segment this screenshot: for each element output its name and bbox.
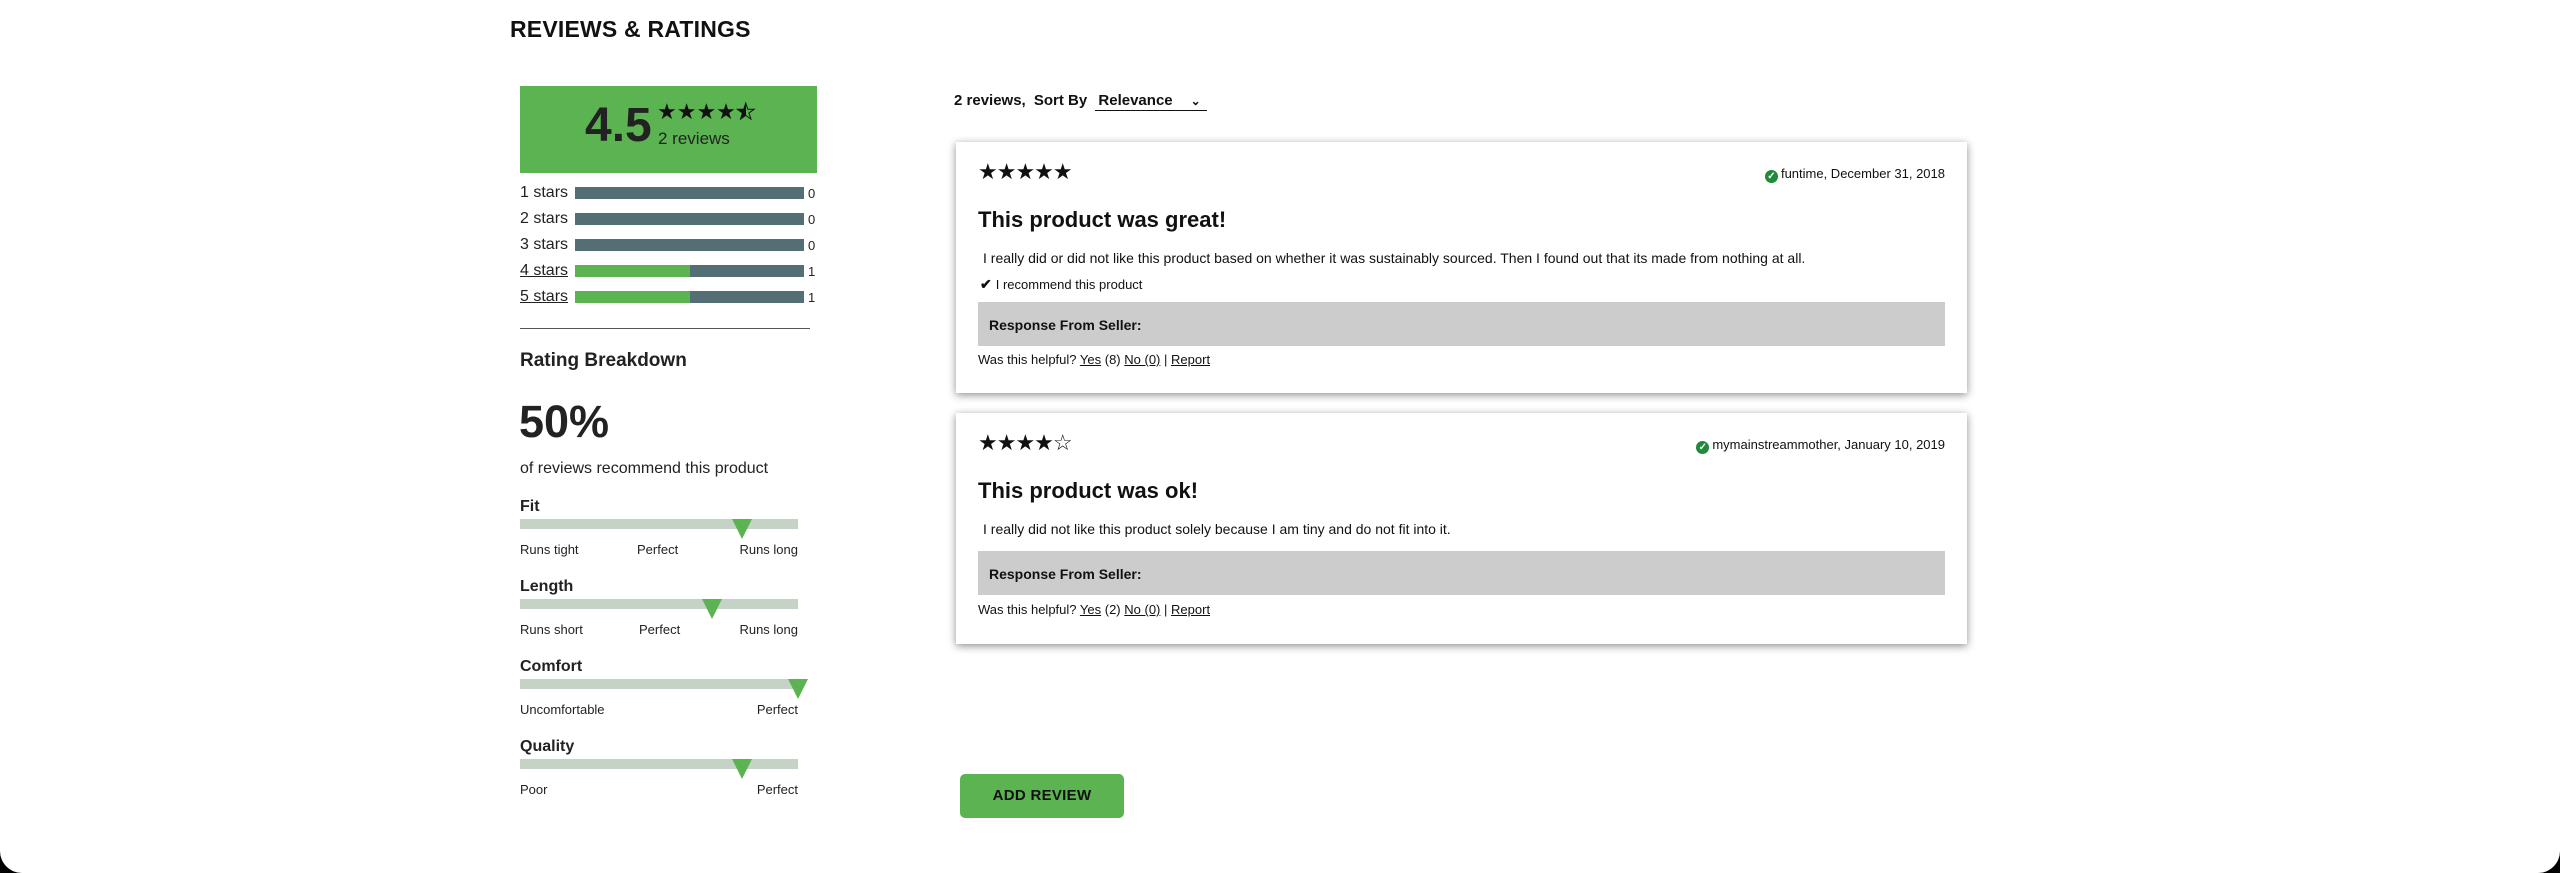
rating-breakdown-title: Rating Breakdown xyxy=(520,350,687,371)
helpful-row: Was this helpful? Yes (8) No (0) | Repor… xyxy=(978,352,1210,367)
characteristic-marker-icon xyxy=(701,599,722,619)
characteristic-marker-icon xyxy=(732,519,753,539)
sort-by-label: Sort By xyxy=(1033,92,1088,109)
divider xyxy=(520,328,810,329)
star-distribution-bar xyxy=(575,213,804,225)
recommend-text: I recommend this product xyxy=(995,277,1143,292)
characteristic-name: Length xyxy=(520,578,574,595)
scale-label-low: Uncomfortable xyxy=(520,702,605,717)
helpful-prompt: Was this helpful? xyxy=(978,602,1077,617)
characteristic-name: Fit xyxy=(520,498,540,515)
helpful-no-link[interactable]: No (0) xyxy=(1124,352,1160,367)
characteristic-marker-icon xyxy=(788,679,808,699)
scale-label-high: Perfect xyxy=(756,782,798,797)
sort-value: Relevance xyxy=(1098,92,1173,109)
star-distribution-bar xyxy=(575,187,804,199)
helpful-yes-count: (2) xyxy=(1104,602,1121,617)
add-review-button[interactable]: ADD REVIEW xyxy=(960,774,1124,818)
star-filter-label: 2 stars xyxy=(520,210,569,227)
reviews-count: 2 reviews, xyxy=(954,92,1026,109)
star-distribution-fill xyxy=(575,291,690,303)
helpful-yes-link[interactable]: Yes xyxy=(1080,352,1101,367)
chevron-down-icon: ⌄ xyxy=(1190,94,1201,108)
review-stars-icon: ★★★★★ xyxy=(978,159,1073,184)
average-stars-icon: ★★★★★ xyxy=(657,99,756,126)
seller-response: Response From Seller: xyxy=(978,551,1945,595)
report-link[interactable]: Report xyxy=(1171,352,1210,367)
review-count: 2 reviews xyxy=(658,129,730,148)
review-card: ★★★★☆ ✓ mymainstreammother, January 10, 2… xyxy=(956,413,1967,644)
reviewer-name-date: mymainstreammother, January 10, 2019 xyxy=(1712,437,1945,452)
review-title: This product was great! xyxy=(978,207,1227,232)
characteristic-track xyxy=(520,759,798,769)
scale-label-low: Runs tight xyxy=(520,542,579,557)
characteristic-marker-icon xyxy=(732,759,753,779)
recommend-percent: 50% xyxy=(519,396,610,447)
characteristic-track xyxy=(520,599,798,609)
review-body: I really did not like this product solel… xyxy=(983,521,1451,537)
star-filter-link[interactable]: 5 stars xyxy=(520,288,568,306)
verified-check-icon: ✓ xyxy=(1764,170,1778,183)
full-stars: ★★★★ xyxy=(657,99,736,124)
scale-label-high: Runs long xyxy=(739,622,798,637)
recommend-text: of reviews recommend this product xyxy=(520,460,769,477)
star-filter-link[interactable]: 4 stars xyxy=(520,262,568,280)
reviews-toolbar: 2 reviews, Sort By Relevance ⌄ xyxy=(954,92,1207,111)
reviewer-info: ✓ mymainstreammother, January 10, 2019 xyxy=(1696,437,1945,454)
recommend-note: ✔ I recommend this product xyxy=(980,276,1142,293)
review-card: ★★★★★ ✓ funtime, December 31, 2018 This p… xyxy=(956,142,1967,393)
seller-response-label: Response From Seller: xyxy=(989,317,1142,333)
average-rating: 4.5 xyxy=(585,99,652,152)
star-count: 0 xyxy=(808,238,816,253)
reviewer-name-date: funtime, December 31, 2018 xyxy=(1780,166,1945,181)
star-count: 1 xyxy=(808,290,816,305)
seller-response: Response From Seller: xyxy=(978,302,1945,346)
star-distribution-bar xyxy=(575,291,804,303)
scale-label-low: Runs short xyxy=(520,622,583,637)
star-count: 0 xyxy=(808,212,816,227)
helpful-yes-link[interactable]: Yes xyxy=(1080,602,1101,617)
characteristic-name: Comfort xyxy=(520,658,583,675)
section-title: REVIEWS & RATINGS xyxy=(510,16,751,42)
star-distribution-bar xyxy=(575,239,804,251)
scale-label-low: Poor xyxy=(520,782,548,797)
star-count: 0 xyxy=(808,186,816,201)
half-star-icon: ★ xyxy=(735,99,756,126)
scale-label-mid: Perfect xyxy=(639,622,681,637)
scale-label-high: Perfect xyxy=(756,702,798,717)
review-title: This product was ok! xyxy=(978,478,1199,503)
helpful-row: Was this helpful? Yes (2) No (0) | Repor… xyxy=(978,602,1210,617)
helpful-prompt: Was this helpful? xyxy=(978,352,1077,367)
review-body: I really did or did not like this produc… xyxy=(983,250,1806,266)
star-count: 1 xyxy=(808,264,816,279)
seller-response-label: Response From Seller: xyxy=(989,566,1142,582)
characteristic-track xyxy=(520,519,798,529)
characteristic-track xyxy=(520,679,798,689)
verified-check-icon: ✓ xyxy=(1696,441,1710,454)
review-stars-icon: ★★★★☆ xyxy=(978,430,1073,455)
scale-label-mid: Perfect xyxy=(637,542,679,557)
separator: | xyxy=(1164,352,1168,367)
helpful-yes-count: (8) xyxy=(1104,352,1121,367)
scale-label-high: Runs long xyxy=(739,542,798,557)
rating-summary: 4.5 ★★★★★ 2 reviews xyxy=(520,86,817,173)
sort-select[interactable]: Relevance ⌄ xyxy=(1095,92,1207,111)
star-filter-label: 3 stars xyxy=(520,236,569,253)
reviews-page: REVIEWS & RATINGS 4.5 ★★★★★ 2 reviews 1 … xyxy=(0,0,2560,873)
separator: | xyxy=(1164,602,1168,617)
reviewer-info: ✓ funtime, December 31, 2018 xyxy=(1764,166,1945,183)
checkmark-icon: ✔ xyxy=(980,276,992,292)
star-filter-label: 1 stars xyxy=(520,184,569,201)
report-link[interactable]: Report xyxy=(1171,602,1210,617)
characteristic-name: Quality xyxy=(520,738,575,755)
helpful-no-link[interactable]: No (0) xyxy=(1124,602,1160,617)
star-distribution-bar xyxy=(575,265,804,277)
star-distribution-fill xyxy=(575,265,690,277)
